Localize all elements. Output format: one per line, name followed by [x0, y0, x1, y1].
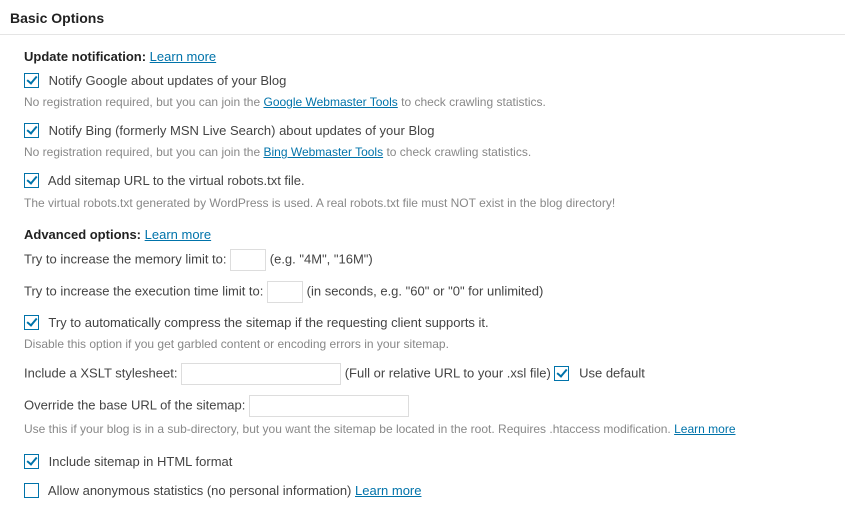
- base-url-learn-more-link[interactable]: Learn more: [674, 422, 735, 436]
- advanced-options-learn-more-link[interactable]: Learn more: [145, 227, 211, 242]
- bing-webmaster-tools-link[interactable]: Bing Webmaster Tools: [263, 145, 383, 159]
- anon-stats-checkbox[interactable]: [24, 483, 39, 498]
- notify-google-desc-prefix: No registration required, but you can jo…: [24, 95, 263, 109]
- notify-google-checkbox[interactable]: [24, 73, 39, 88]
- compress-row: Try to automatically compress the sitema…: [24, 313, 835, 333]
- anon-stats-row: Allow anonymous statistics (no personal …: [24, 481, 835, 501]
- notify-bing-desc-suffix: to check crawling statistics.: [383, 145, 531, 159]
- compress-label: Try to automatically compress the sitema…: [48, 315, 488, 330]
- exec-time-hint: (in seconds, e.g. "60" or "0" for unlimi…: [307, 283, 544, 298]
- anon-stats-learn-more-link[interactable]: Learn more: [355, 483, 421, 498]
- notify-bing-desc: No registration required, but you can jo…: [24, 144, 835, 161]
- exec-time-label: Try to increase the execution time limit…: [24, 283, 263, 298]
- notify-bing-label: Notify Bing (formerly MSN Live Search) a…: [49, 123, 435, 138]
- xslt-hint: (Full or relative URL to your .xsl file): [345, 366, 551, 381]
- advanced-options-label: Advanced options:: [24, 227, 141, 242]
- memory-limit-hint: (e.g. "4M", "16M"): [270, 251, 373, 266]
- robots-txt-checkbox[interactable]: [24, 173, 39, 188]
- update-notification-learn-more-link[interactable]: Learn more: [150, 49, 216, 64]
- notify-bing-desc-prefix: No registration required, but you can jo…: [24, 145, 263, 159]
- notify-bing-row: Notify Bing (formerly MSN Live Search) a…: [24, 121, 835, 141]
- notify-google-desc: No registration required, but you can jo…: [24, 94, 835, 111]
- anon-stats-label: Allow anonymous statistics (no personal …: [48, 483, 351, 498]
- compress-checkbox[interactable]: [24, 315, 39, 330]
- panel-body: Update notification: Learn more Notify G…: [0, 35, 845, 515]
- notify-google-label: Notify Google about updates of your Blog: [49, 73, 287, 88]
- advanced-options-heading: Advanced options: Learn more: [24, 225, 835, 245]
- notify-bing-checkbox[interactable]: [24, 123, 39, 138]
- robots-txt-label: Add sitemap URL to the virtual robots.tx…: [48, 173, 305, 188]
- update-notification-label: Update notification:: [24, 49, 146, 64]
- robots-txt-desc: The virtual robots.txt generated by Word…: [24, 195, 835, 212]
- exec-time-row: Try to increase the execution time limit…: [24, 281, 835, 303]
- exec-time-input[interactable]: [267, 281, 303, 303]
- base-url-desc-text: Use this if your blog is in a sub-direct…: [24, 422, 671, 436]
- xslt-input[interactable]: [181, 363, 341, 385]
- base-url-label: Override the base URL of the sitemap:: [24, 398, 245, 413]
- panel-title: Basic Options: [0, 0, 845, 35]
- xslt-use-default-label: Use default: [579, 366, 645, 381]
- update-notification-heading: Update notification: Learn more: [24, 47, 835, 67]
- base-url-row: Override the base URL of the sitemap:: [24, 395, 835, 417]
- memory-limit-label: Try to increase the memory limit to:: [24, 251, 227, 266]
- memory-limit-input[interactable]: [230, 249, 266, 271]
- html-format-label: Include sitemap in HTML format: [49, 454, 233, 469]
- xslt-label: Include a XSLT stylesheet:: [24, 366, 177, 381]
- notify-google-desc-suffix: to check crawling statistics.: [398, 95, 546, 109]
- html-format-checkbox[interactable]: [24, 454, 39, 469]
- compress-desc: Disable this option if you get garbled c…: [24, 336, 835, 353]
- base-url-input[interactable]: [249, 395, 409, 417]
- base-url-desc: Use this if your blog is in a sub-direct…: [24, 421, 835, 438]
- xslt-row: Include a XSLT stylesheet: (Full or rela…: [24, 363, 835, 385]
- notify-google-row: Notify Google about updates of your Blog: [24, 71, 835, 91]
- memory-limit-row: Try to increase the memory limit to: (e.…: [24, 249, 835, 271]
- html-format-row: Include sitemap in HTML format: [24, 452, 835, 472]
- google-webmaster-tools-link[interactable]: Google Webmaster Tools: [263, 95, 397, 109]
- robots-txt-row: Add sitemap URL to the virtual robots.tx…: [24, 171, 835, 191]
- xslt-use-default-checkbox[interactable]: [554, 366, 569, 381]
